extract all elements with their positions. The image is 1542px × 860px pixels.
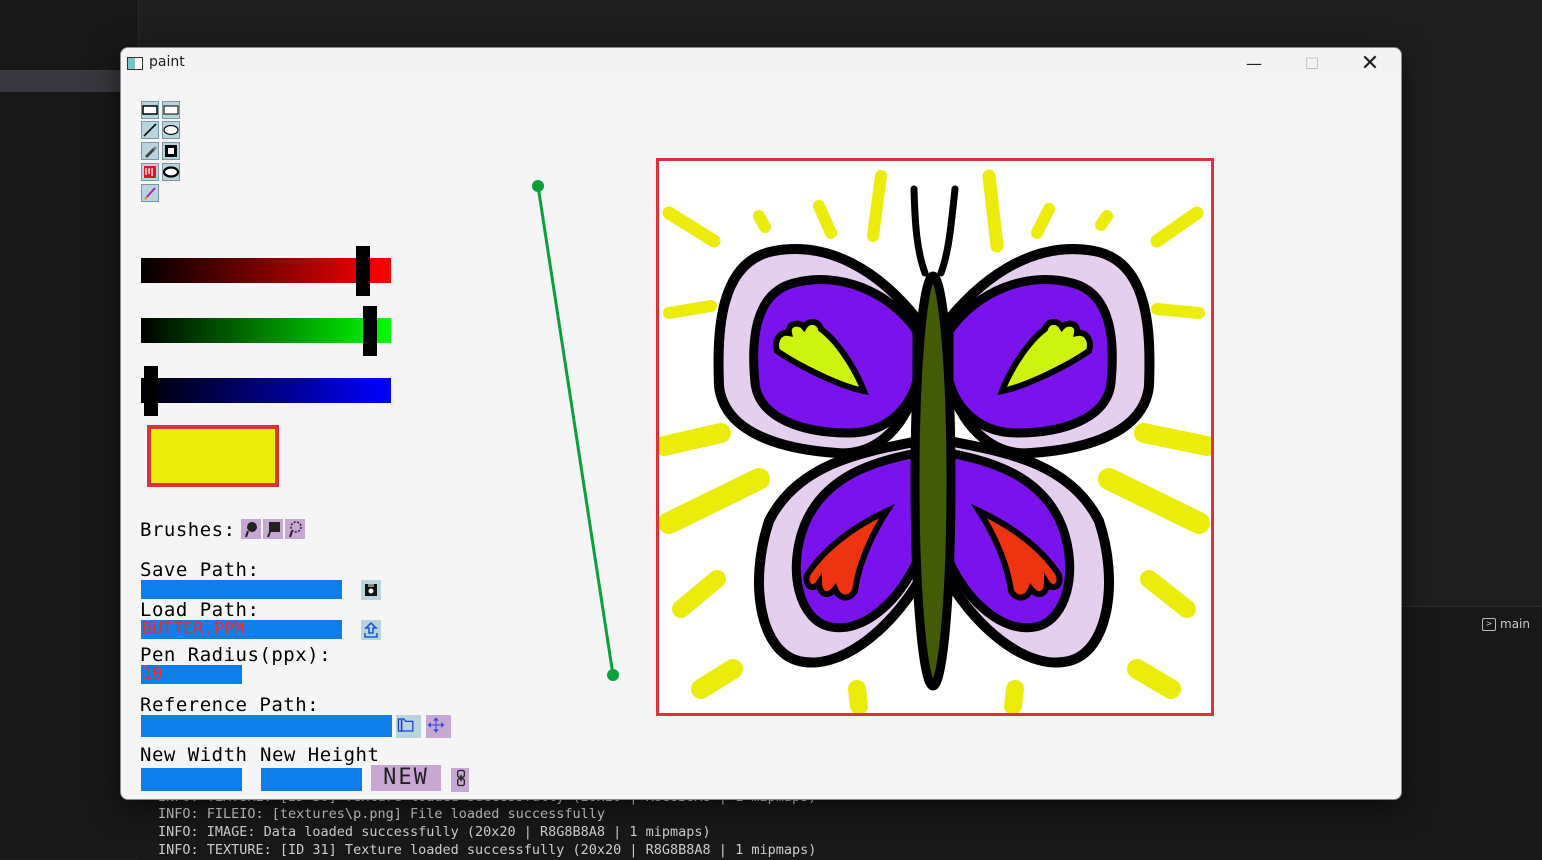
ellipse-filled-icon <box>163 124 179 136</box>
save-button[interactable] <box>361 580 381 600</box>
paint-window: paint — ☐ ✕ Brushes: Save Path: Load Pat… <box>120 47 1402 800</box>
square-outline-icon <box>165 145 177 157</box>
guide-line <box>532 180 619 681</box>
maximize-button[interactable]: ☐ <box>1283 48 1341 78</box>
terminal-tab[interactable]: > main <box>1482 617 1530 631</box>
app-icon <box>127 57 143 70</box>
square-brush-icon <box>267 522 280 538</box>
rectangle-outline-icon <box>142 105 158 115</box>
guide-line-end-handle[interactable] <box>607 669 619 681</box>
link-dimensions-button[interactable] <box>451 768 469 792</box>
blue-slider[interactable] <box>141 378 391 403</box>
line-tool-button[interactable] <box>141 121 159 139</box>
load-path-label: Load Path: <box>140 599 260 621</box>
round-brush-icon <box>245 522 257 538</box>
new-height-label: New Height <box>260 744 380 766</box>
floppy-disk-icon <box>365 584 377 596</box>
terminal-icon: > <box>1482 617 1496 631</box>
guide-line-start-handle[interactable] <box>532 180 544 192</box>
pen-radius-label: Pen Radius(ppx): <box>140 644 332 666</box>
texture-brush-button[interactable] <box>285 519 305 539</box>
green-slider-handle[interactable] <box>363 306 377 356</box>
load-path-input[interactable]: BUTTER.PPM <box>141 620 342 639</box>
close-button[interactable]: ✕ <box>1341 48 1399 78</box>
rectangle-outline-tool-button[interactable] <box>141 101 159 119</box>
paint-bucket-tool-button[interactable] <box>141 163 159 181</box>
move-arrows-icon <box>427 717 445 733</box>
app-client-area: Brushes: Save Path: Load Path: BUTTER.PP… <box>121 78 1401 799</box>
pencil-tool-button[interactable] <box>141 142 159 160</box>
round-brush-button[interactable] <box>241 519 261 539</box>
ellipse-filled-tool-button[interactable] <box>162 121 180 139</box>
log-line: INFO: TEXTURE: [ID 31] Texture loaded su… <box>158 842 817 858</box>
save-path-input[interactable] <box>141 580 342 599</box>
square-outline-tool-button[interactable] <box>162 142 180 160</box>
texture-brush-icon <box>289 521 302 538</box>
new-width-label: New Width <box>140 744 248 766</box>
terminal-tab-label: main <box>1500 617 1530 631</box>
upload-icon <box>364 621 378 638</box>
current-color-swatch <box>147 425 279 487</box>
pencil-icon <box>145 146 157 158</box>
pen-radius-input[interactable]: 10 <box>141 665 242 684</box>
minimize-button[interactable]: — <box>1225 48 1283 78</box>
window-title: paint <box>149 54 185 70</box>
drawing-canvas[interactable] <box>656 158 1214 716</box>
chain-link-icon <box>457 769 465 787</box>
new-width-input[interactable] <box>141 768 242 791</box>
rectangle-filled-tool-button[interactable] <box>162 101 180 119</box>
red-slider-handle[interactable] <box>356 246 370 296</box>
green-slider[interactable] <box>141 318 391 343</box>
title-bar[interactable]: paint — ☐ ✕ <box>121 48 1401 78</box>
butterfly <box>713 185 1155 691</box>
ellipse-outline-tool-button[interactable] <box>162 163 180 181</box>
red-slider[interactable] <box>141 258 391 283</box>
load-button[interactable] <box>361 620 381 640</box>
blue-slider-handle[interactable] <box>144 366 158 416</box>
eyedropper-icon <box>144 187 156 200</box>
log-line: INFO: FILEIO: [textures\p.png] File load… <box>158 806 606 822</box>
new-canvas-button[interactable]: NEW <box>371 765 441 791</box>
save-path-label: Save Path: <box>140 559 260 581</box>
folder-open-icon <box>397 718 414 732</box>
reference-path-label: Reference Path: <box>140 694 320 716</box>
reference-open-button[interactable] <box>396 715 421 738</box>
line-icon <box>143 123 157 137</box>
reference-path-input[interactable] <box>141 715 392 737</box>
brushes-label: Brushes: <box>140 519 236 541</box>
reference-move-button[interactable] <box>426 715 451 738</box>
new-height-input[interactable] <box>261 768 362 791</box>
editor-sidebar <box>0 0 139 859</box>
butterfly-drawing <box>659 169 1211 713</box>
color-picker-tool-button[interactable] <box>141 184 159 202</box>
log-line: INFO: IMAGE: Data loaded successfully (2… <box>158 824 711 840</box>
paint-bucket-icon <box>144 166 156 178</box>
square-brush-button[interactable] <box>263 519 283 539</box>
rectangle-filled-icon <box>163 105 179 115</box>
ellipse-outline-icon <box>163 166 179 178</box>
